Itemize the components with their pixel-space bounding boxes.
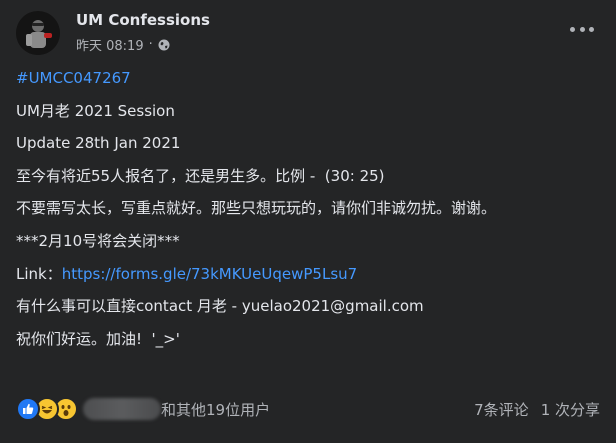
post-footer: 和其他19位用户 7条评论 1 次分享 [16,395,600,423]
post-line-2: Update 28th Jan 2021 [16,134,181,153]
meta-separator: · [148,37,153,52]
avatar[interactable] [16,11,60,55]
shares-count[interactable]: 1 次分享 [541,399,600,420]
post-line-4: 不要需写太长，写重点就好。那些只想玩玩的，请你们非诚勿扰。谢谢。 [16,199,497,218]
post-card: UM Confessions 昨天 08:19 · #UMCC047267 UM… [0,0,616,443]
more-options-icon[interactable] [570,21,594,37]
page-name[interactable]: UM Confessions [76,11,210,29]
reactions-others-text: 和其他19位用户 [161,400,271,419]
comments-count[interactable]: 7条评论 [474,399,529,420]
post-meta: 昨天 08:19 · [76,35,170,54]
link-label: Link： [16,264,62,283]
globe-icon [158,39,170,51]
post-line-3: 至今有将近55人报名了，还是男生多。比例 - (30: 25) [16,166,385,185]
post-stats: 7条评论 1 次分享 [474,399,600,420]
post-line-1: UM月老 2021 Session [16,101,175,120]
post-header: UM Confessions 昨天 08:19 · [16,11,600,55]
post-line-5: ***2月10号将会关闭*** [16,231,180,250]
like-icon [16,397,40,421]
hashtag-link[interactable]: #UMCC047267 [16,68,604,88]
contact-line: 有什么事可以直接contact 月老 - yuelao2021@gmail.co… [16,297,424,316]
post-body: #UMCC047267 UM月老 2021 Session Update 28t… [16,68,604,361]
reactions-summary[interactable]: 和其他19位用户 [16,397,270,421]
link-line: Link：https://forms.gle/73kMKUeUqewP5Lsu7 [16,264,604,284]
blurred-reactor-names [83,398,161,420]
closing-line: 祝你们好运。加油! '_>' [16,329,180,348]
post-time[interactable]: 昨天 08:19 [76,35,144,54]
form-link[interactable]: https://forms.gle/73kMKUeUqewP5Lsu7 [62,265,357,283]
